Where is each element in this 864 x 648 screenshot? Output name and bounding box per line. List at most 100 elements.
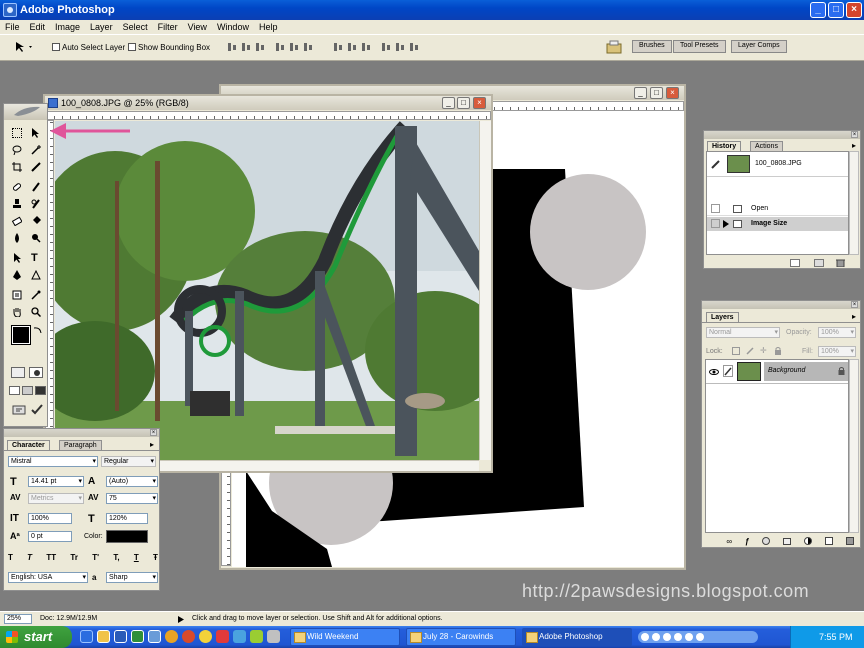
font-family-select[interactable]: Mistral <box>8 456 98 467</box>
slice-tool-icon[interactable] <box>31 162 41 172</box>
quicklaunch-folder-icon[interactable] <box>97 630 110 643</box>
distribute-right-icon[interactable] <box>408 41 422 53</box>
quicklaunch-acrobat-icon[interactable] <box>216 630 229 643</box>
text-color-swatch[interactable] <box>106 530 148 543</box>
lock-image-brush-icon[interactable] <box>746 347 754 355</box>
vertical-scale-field[interactable]: 100% <box>28 513 72 524</box>
hand-tool-icon[interactable] <box>12 307 22 317</box>
dodge-tool-icon[interactable] <box>31 233 41 243</box>
notes-tool-icon[interactable] <box>12 290 22 300</box>
full-screen-menu-mode-icon[interactable] <box>22 386 33 395</box>
paint-bucket-tool-icon[interactable] <box>31 216 41 226</box>
history-panel-close-icon[interactable]: × <box>851 131 858 138</box>
swap-colors-icon[interactable] <box>33 326 42 334</box>
media-prev-icon[interactable] <box>674 633 682 641</box>
quicklaunch-word-icon[interactable] <box>114 630 127 643</box>
adjustment-layer-icon[interactable] <box>803 537 812 545</box>
quicklaunch-app2-icon[interactable] <box>250 630 263 643</box>
lasso-tool-icon[interactable] <box>12 145 22 155</box>
align-hcenter-icon[interactable] <box>288 41 302 53</box>
history-item-image-size[interactable]: Image Size <box>707 217 848 231</box>
opacity-field[interactable]: 100% <box>818 327 856 338</box>
quicklaunch-desktop-icon[interactable] <box>148 630 161 643</box>
quicklaunch-firefox-icon[interactable] <box>182 630 195 643</box>
photo-maximize-button[interactable]: □ <box>457 97 470 109</box>
quick-mask-mode-icon[interactable] <box>29 367 43 378</box>
history-snapshot-row[interactable]: 100_0808.JPG <box>707 152 848 177</box>
menu-layer[interactable]: Layer <box>85 22 118 32</box>
tab-layers[interactable]: Layers <box>706 312 739 322</box>
character-panel-menu-icon[interactable]: ▸ <box>150 440 154 449</box>
taskbar-july-28-carowinds[interactable]: July 28 - Carowinds <box>406 628 516 646</box>
lock-transparency-icon[interactable] <box>732 347 740 355</box>
history-panel-menu-icon[interactable]: ▸ <box>852 141 856 150</box>
composite-maximize-button[interactable]: □ <box>650 87 663 99</box>
eyedropper-tool-icon[interactable] <box>31 290 41 300</box>
eraser-tool-icon[interactable] <box>12 216 22 226</box>
taskbar-wild-weekend[interactable]: Wild Weekend <box>290 628 400 646</box>
underline-button[interactable]: T <box>134 553 139 563</box>
snapshot-brush-icon[interactable] <box>711 159 721 169</box>
superscript-button[interactable]: T' <box>92 553 99 563</box>
layers-panel-menu-icon[interactable]: ▸ <box>852 312 856 321</box>
clone-stamp-tool-icon[interactable] <box>12 199 22 209</box>
layer-comps-well-tab[interactable]: Layer Comps <box>731 40 787 53</box>
quicklaunch-messenger-icon[interactable] <box>199 630 212 643</box>
document-size-info[interactable]: Doc: 12.9M/12.9M <box>40 615 97 622</box>
standard-mode-icon[interactable] <box>11 367 25 378</box>
distribute-bottom-icon[interactable] <box>360 41 374 53</box>
tracking-field[interactable]: 75 <box>106 493 158 504</box>
composite-close-button[interactable]: × <box>666 87 679 99</box>
new-snapshot-icon[interactable] <box>814 259 824 267</box>
leading-field[interactable]: (Auto) <box>106 476 158 487</box>
font-style-select[interactable]: Regular <box>101 456 156 467</box>
menu-select[interactable]: Select <box>118 22 153 32</box>
anti-alias-select[interactable]: Sharp <box>106 572 158 583</box>
history-brush-tool-icon[interactable] <box>31 199 41 209</box>
horizontal-scale-field[interactable]: 120% <box>106 513 148 524</box>
new-document-from-state-icon[interactable] <box>790 259 800 267</box>
start-button[interactable]: start <box>0 626 72 648</box>
faux-bold-button[interactable]: T <box>8 553 13 563</box>
distribute-hcenter-icon[interactable] <box>394 41 408 53</box>
distribute-vcenter-icon[interactable] <box>346 41 360 53</box>
magic-wand-tool-icon[interactable] <box>31 145 41 155</box>
move-tool-icon[interactable] <box>31 128 41 138</box>
system-tray-clock[interactable]: 7:55 PM <box>790 626 864 648</box>
checkmark-icon[interactable] <box>31 404 43 415</box>
layer-brush-link-icon[interactable] <box>723 365 733 377</box>
media-stop-icon[interactable] <box>663 633 671 641</box>
zoom-tool-icon[interactable] <box>31 307 41 317</box>
roller-coaster-photo[interactable] <box>55 121 479 460</box>
tab-paragraph[interactable]: Paragraph <box>59 440 102 450</box>
move-tool-preset-icon[interactable] <box>14 41 36 53</box>
menu-window[interactable]: Window <box>212 22 254 32</box>
layer-row-background[interactable]: Background <box>706 360 848 384</box>
layers-scrollbar[interactable] <box>849 359 859 533</box>
lock-all-icon[interactable] <box>774 347 782 355</box>
type-tool-icon[interactable]: T <box>31 253 41 264</box>
all-caps-button[interactable]: TT <box>46 553 56 563</box>
foreground-color-swatch[interactable] <box>11 325 31 345</box>
close-button[interactable]: × <box>846 2 862 18</box>
photo-vertical-scrollbar[interactable] <box>479 121 491 460</box>
align-vcenter-icon[interactable] <box>240 41 254 53</box>
history-scrollbar[interactable] <box>849 151 859 255</box>
brush-tool-icon[interactable] <box>31 182 41 192</box>
tab-history[interactable]: History <box>707 141 742 151</box>
composite-minimize-button[interactable]: _ <box>634 87 647 99</box>
layer-mask-icon[interactable] <box>762 537 771 545</box>
layer-name-cell[interactable]: Background <box>764 362 848 381</box>
history-item-open[interactable]: Open <box>707 202 848 216</box>
layers-panel-close-icon[interactable]: × <box>851 301 858 308</box>
align-top-icon[interactable] <box>226 41 240 53</box>
distribute-left-icon[interactable] <box>380 41 394 53</box>
quicklaunch-media-icon[interactable] <box>165 630 178 643</box>
new-group-folder-icon[interactable] <box>783 537 792 545</box>
show-bounding-box-checkbox[interactable] <box>128 43 136 51</box>
align-left-icon[interactable] <box>274 41 288 53</box>
delete-layer-trash-icon[interactable] <box>845 537 854 545</box>
menu-help[interactable]: Help <box>254 22 283 32</box>
media-pause-icon[interactable] <box>652 633 660 641</box>
blend-mode-select[interactable]: Normal <box>706 327 780 338</box>
